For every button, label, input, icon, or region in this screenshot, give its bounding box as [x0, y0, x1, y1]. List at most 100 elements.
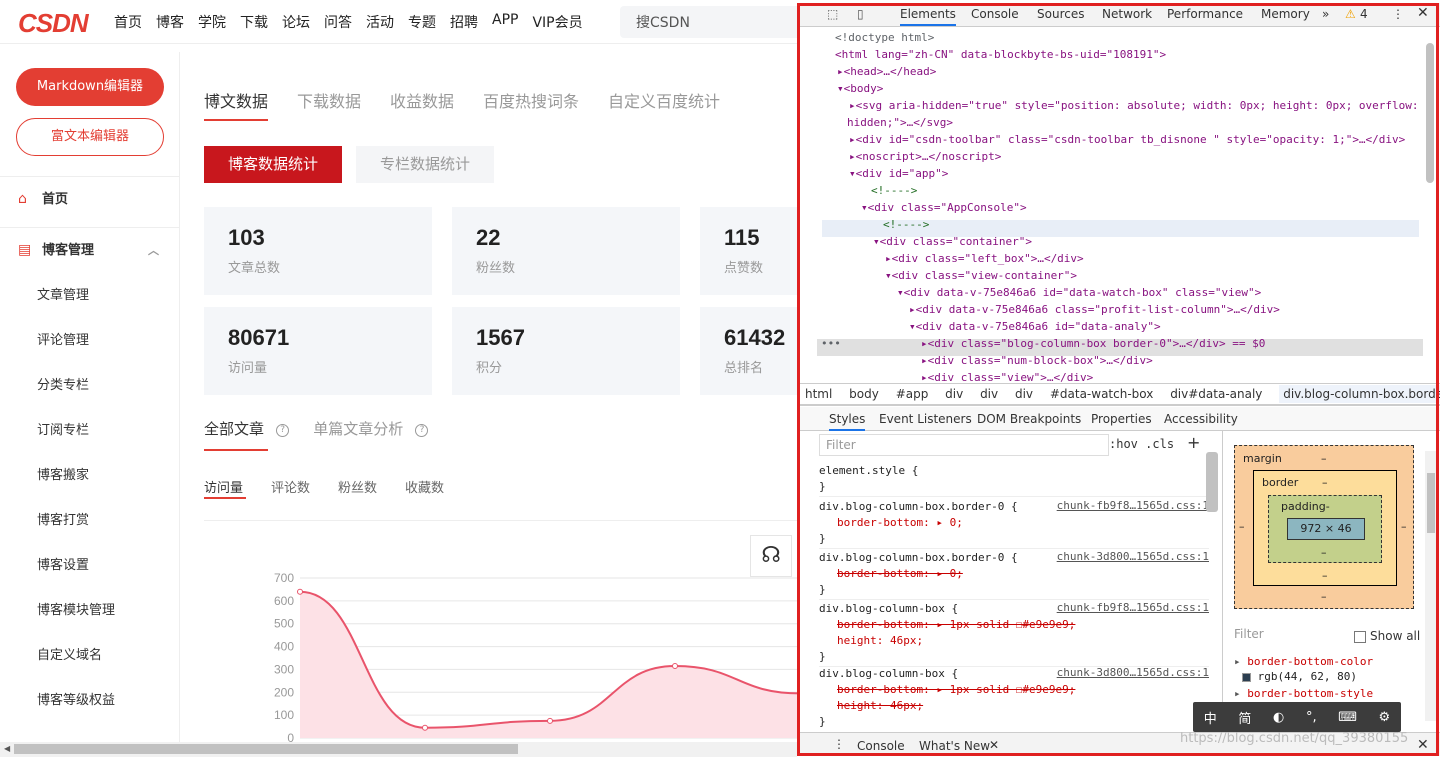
nav-link[interactable]: 活动 [366, 12, 394, 32]
dom-line[interactable]: ▸<div class="view">…</div> [921, 369, 1093, 382]
dom-line[interactable]: ▾<div id="app"> [849, 165, 948, 182]
drawer-tab-whats-new[interactable]: What's New [919, 739, 990, 753]
color-swatch[interactable] [1242, 672, 1251, 682]
kebab-menu-icon[interactable]: ⋮ [833, 737, 845, 751]
csdn-logo[interactable]: CSDN [18, 8, 89, 39]
cls-toggle[interactable]: .cls [1145, 437, 1174, 451]
breadcrumb-item[interactable]: div [945, 387, 963, 401]
ime-simplified-toggle[interactable]: 简 [1238, 708, 1251, 727]
css-source-link[interactable]: chunk-fb9f8…1565d.css:1 [1057, 499, 1209, 512]
subtab-event-listeners[interactable]: Event Listeners [879, 412, 972, 426]
more-tabs-icon[interactable]: » [1322, 7, 1329, 21]
blog-stats-button[interactable]: 博客数据统计 [204, 146, 342, 183]
dom-line[interactable]: hidden;">…</svg> [847, 114, 953, 131]
breadcrumb-item[interactable]: div [1015, 387, 1033, 401]
hov-toggle[interactable]: :hov [1109, 437, 1138, 451]
close-icon[interactable]: ✕ [1417, 737, 1429, 753]
dom-line[interactable]: ▸<head>…</head> [837, 63, 936, 80]
add-rule-icon[interactable]: + [1187, 433, 1200, 452]
box-model-border[interactable]: border – – padding- 972 × 46 – [1253, 470, 1397, 586]
nav-link[interactable]: APP [492, 12, 518, 32]
close-icon[interactable]: ✕ [989, 738, 999, 752]
markdown-editor-button[interactable]: Markdown编辑器 [16, 68, 164, 106]
dom-line[interactable]: ▾<div class="view-container"> [885, 267, 1077, 284]
devtools-tab-elements[interactable]: Elements [900, 7, 956, 26]
dom-line[interactable]: <html lang="zh-CN" data-blockbyte-bs-uid… [835, 46, 1166, 63]
scroll-left-arrow-icon[interactable]: ◀ [4, 744, 10, 753]
chart-point[interactable] [297, 588, 303, 595]
sidebar-item-blog-management[interactable]: ▤ 博客管理 ︿ [0, 227, 179, 272]
device-toolbar-icon[interactable]: ▯ [857, 7, 864, 21]
dom-line[interactable]: <!doctype html> [835, 29, 934, 46]
show-all-checkbox[interactable]: Show all [1354, 629, 1420, 643]
devtools-tab-sources[interactable]: Sources [1037, 7, 1084, 21]
rich-text-editor-button[interactable]: 富文本编辑器 [16, 118, 164, 156]
dom-line[interactable]: ▸<svg aria-hidden="true" style="position… [849, 97, 1419, 114]
sidebar-item[interactable]: 博客搬家 [0, 453, 179, 498]
breadcrumb-item[interactable]: div [980, 387, 998, 401]
nav-link[interactable]: 博客 [156, 12, 184, 32]
subtab-styles[interactable]: Styles [829, 412, 866, 431]
dom-line[interactable]: ▾<div class="AppConsole"> [861, 199, 1027, 216]
help-icon[interactable]: ? [276, 424, 290, 437]
subtab-properties[interactable]: Properties [1091, 412, 1152, 426]
dom-line[interactable]: ▸<div data-v-75e846a6 class="profit-list… [909, 301, 1280, 318]
css-declaration[interactable]: border-bottom: ▸ 0; [819, 515, 1209, 531]
css-source-link[interactable]: chunk-3d800…1565d.css:1 [1057, 666, 1209, 679]
inspect-element-icon[interactable]: ⬚ [827, 7, 838, 21]
styles-filter-input[interactable]: Filter [819, 434, 1109, 456]
scrollbar-thumb[interactable] [1426, 43, 1434, 183]
scrollbar-thumb[interactable] [1427, 473, 1435, 533]
metric-tab-visits[interactable]: 访问量 [204, 477, 243, 496]
dom-line[interactable]: ▸<div id="csdn-toolbar" class="csdn-tool… [849, 131, 1405, 148]
breadcrumb-item[interactable]: body [849, 387, 879, 401]
sidebar-item[interactable]: 博客设置 [0, 543, 179, 588]
box-model-margin[interactable]: margin – – – – border – – padding- 972 ×… [1234, 445, 1414, 609]
chart-point[interactable] [422, 724, 428, 731]
metric-tab-fans[interactable]: 粉丝数 [338, 477, 377, 496]
nav-link[interactable]: 专题 [408, 12, 436, 32]
breadcrumb-item-current[interactable]: div.blog-column-box.border-0 [1279, 385, 1440, 403]
column-stats-button[interactable]: 专栏数据统计 [356, 146, 494, 183]
devtools-tab-console[interactable]: Console [971, 7, 1019, 21]
tab-custom-baidu[interactable]: 自定义百度统计 [608, 88, 720, 112]
nav-link[interactable]: VIP会员 [532, 12, 582, 32]
chart-point[interactable] [547, 717, 553, 724]
close-icon[interactable]: ✕ [1417, 5, 1429, 21]
tab-baidu-hot[interactable]: 百度热搜词条 [483, 88, 579, 112]
css-source-link[interactable]: chunk-3d800…1565d.css:1 [1057, 550, 1209, 563]
css-declaration-overridden[interactable]: height: 46px; [819, 698, 1209, 714]
nav-link[interactable]: 招聘 [450, 12, 478, 32]
nav-link[interactable]: 问答 [324, 12, 352, 32]
moon-icon[interactable]: ◐ [1273, 710, 1284, 725]
settings-icon[interactable]: ⚙ [1379, 710, 1391, 725]
box-model-content[interactable]: 972 × 46 [1287, 518, 1365, 540]
chart-point[interactable] [672, 663, 678, 669]
nav-link[interactable]: 论坛 [282, 12, 310, 32]
sidebar-item[interactable]: 评论管理 [0, 318, 179, 363]
css-declaration-overridden[interactable]: border-bottom: ▸ 1px solid ☐#e9e9e9; [819, 682, 1209, 698]
warning-icon[interactable]: ⚠ [1345, 7, 1356, 21]
devtools-tab-memory[interactable]: Memory [1261, 7, 1310, 21]
sidebar-item[interactable]: 博客等级权益 [0, 678, 179, 723]
dom-line[interactable]: ▸<noscript>…</noscript> [849, 148, 1001, 165]
dom-comment[interactable]: <!----> [883, 216, 929, 233]
sidebar-item-home[interactable]: ⌂ 首页 [0, 176, 179, 221]
dom-comment[interactable]: <!----> [871, 182, 917, 199]
dom-line-selected[interactable]: ▸<div class="blog-column-box border-0">…… [921, 335, 1265, 352]
sidebar-item[interactable]: 博客模块管理 [0, 588, 179, 633]
tab-income-data[interactable]: 收益数据 [390, 88, 454, 112]
computed-property[interactable]: ▸ border-bottom-style [1234, 687, 1373, 700]
breadcrumb-item[interactable]: #app [896, 387, 929, 401]
sidebar-item[interactable]: 文章管理 [0, 273, 179, 318]
dom-line[interactable]: ▾<div data-v-75e846a6 id="data-analy"> [909, 318, 1161, 335]
dom-line[interactable]: ▾<body> [837, 80, 883, 97]
ime-chinese-toggle[interactable]: 中 [1204, 708, 1217, 727]
devtools-tab-performance[interactable]: Performance [1167, 7, 1243, 21]
subtab-accessibility[interactable]: Accessibility [1164, 412, 1238, 426]
css-declaration-overridden[interactable]: border-bottom: ▸ 1px solid ☐#e9e9e9; [819, 617, 1209, 633]
css-selector[interactable]: element.style { [819, 463, 1209, 479]
sidebar-item[interactable]: 自定义域名 [0, 633, 179, 678]
breadcrumb-item[interactable]: html [805, 387, 832, 401]
sidebar-item[interactable]: 分类专栏 [0, 363, 179, 408]
